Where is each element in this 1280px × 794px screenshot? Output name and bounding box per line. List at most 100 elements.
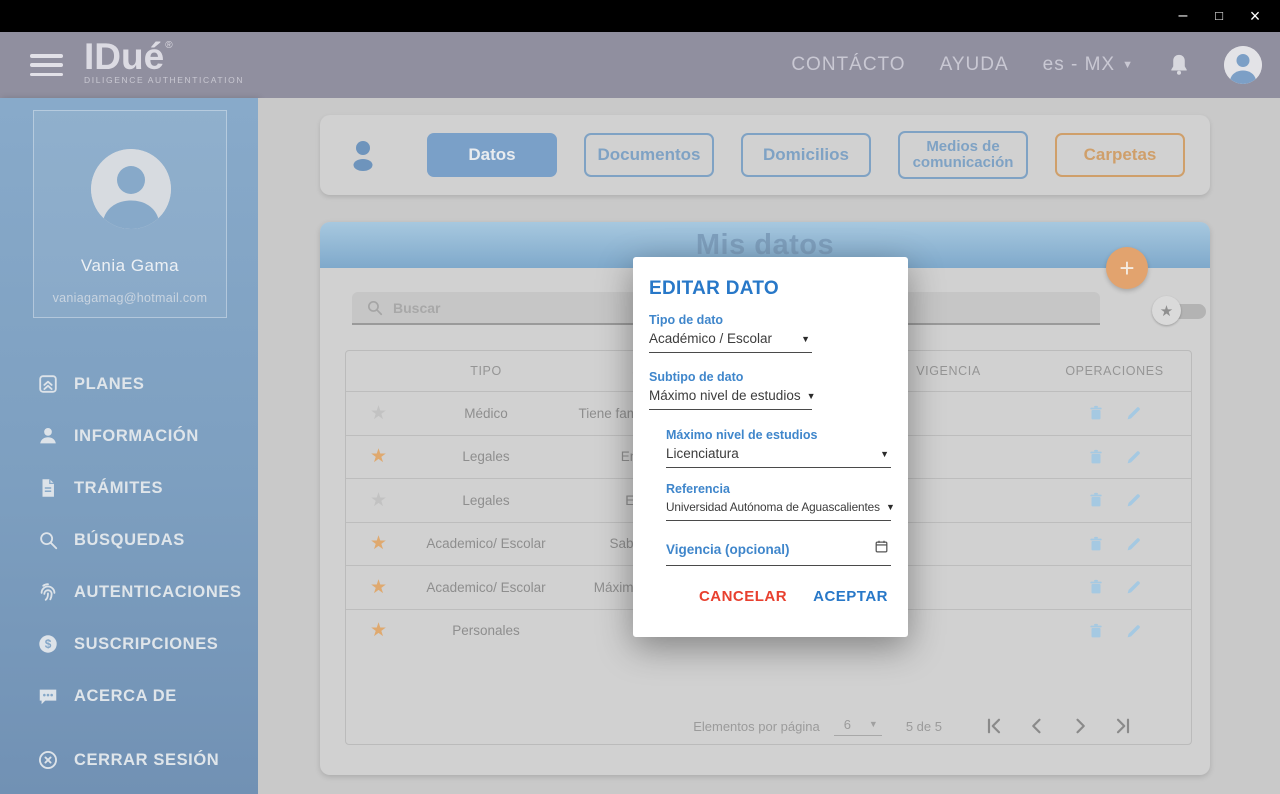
star-icon[interactable]: ★: [346, 402, 411, 425]
language-selector[interactable]: es - MX ▼: [1043, 54, 1134, 76]
cancel-button[interactable]: CANCELAR: [699, 588, 787, 605]
field-subtipo-de-dato: Subtipo de dato Máximo nivel de estudios…: [649, 370, 908, 410]
edit-icon[interactable]: [1125, 578, 1143, 596]
profile-avatar: [91, 149, 171, 229]
notifications-bell-icon[interactable]: [1168, 53, 1190, 77]
field-vigencia: Vigencia (opcional): [666, 535, 908, 566]
search-icon: [36, 528, 60, 552]
sidebar-item-autenticaciones[interactable]: AUTENTICACIONES: [0, 566, 258, 618]
tab-documentos[interactable]: Documentos: [584, 133, 714, 177]
document-icon: [36, 476, 60, 500]
subtipo-de-dato-select[interactable]: Máximo nivel de estudios ▼: [649, 384, 812, 410]
tab-datos[interactable]: Datos: [427, 133, 557, 177]
star-icon[interactable]: ★: [346, 489, 411, 512]
language-value: es - MX: [1043, 54, 1115, 76]
svg-text:$: $: [45, 637, 52, 651]
items-per-page-label: Elementos por página: [693, 719, 819, 734]
delete-icon[interactable]: [1087, 622, 1105, 640]
col-tipo: TIPO: [411, 364, 561, 378]
brand-logo: IDué ® DILIGENCE AUTHENTICATION: [84, 37, 244, 85]
tipo-de-dato-select[interactable]: Académico / Escolar ▼: [649, 327, 812, 353]
previous-page-icon[interactable]: [1027, 716, 1047, 736]
sidebar-item-acerca-de[interactable]: ACERCA DE: [0, 670, 258, 722]
edit-icon[interactable]: [1125, 535, 1143, 553]
nav-help[interactable]: AYUDA: [940, 54, 1009, 76]
chevron-down-icon: ▼: [886, 502, 895, 512]
delete-icon[interactable]: [1087, 578, 1105, 596]
referencia-select[interactable]: Universidad Autónoma de Aguascalientes ▼: [666, 496, 891, 521]
col-operaciones: OPERACIONES: [1036, 364, 1193, 378]
edit-icon[interactable]: [1125, 404, 1143, 422]
brand-tagline: DILIGENCE AUTHENTICATION: [84, 75, 244, 85]
field-referencia: Referencia Universidad Autónoma de Aguas…: [666, 482, 908, 521]
last-page-icon[interactable]: [1113, 716, 1133, 736]
profile-card: Vania Gama vaniagamag@hotmail.com: [33, 110, 227, 318]
add-dato-button[interactable]: +: [1106, 247, 1148, 289]
star-icon[interactable]: ★: [346, 445, 411, 468]
chevron-down-icon: ▼: [1122, 59, 1134, 71]
brand-name: IDué: [84, 37, 164, 77]
star-icon[interactable]: ★: [346, 576, 411, 599]
edit-icon[interactable]: [1125, 622, 1143, 640]
calendar-icon[interactable]: [874, 539, 889, 559]
sidebar-item-planes[interactable]: PLANES: [0, 358, 258, 410]
app-window: – □ × IDué ® DILIGENCE AUTHENTICATION CO…: [0, 0, 1280, 794]
nav-contact[interactable]: CONTÁCTO: [791, 54, 905, 76]
pagination: Elementos por página 6 ▼ 5 de 5: [693, 716, 1133, 736]
sidebar-item-suscripciones[interactable]: $ SUSCRIPCIONES: [0, 618, 258, 670]
profile-email: vaniagamag@hotmail.com: [34, 291, 226, 305]
delete-icon[interactable]: [1087, 448, 1105, 466]
delete-icon[interactable]: [1087, 404, 1105, 422]
maximize-icon[interactable]: □: [1208, 0, 1230, 32]
maximo-nivel-select[interactable]: Licenciatura ▼: [666, 442, 891, 468]
app-header: IDué ® DILIGENCE AUTHENTICATION CONTÁCTO…: [0, 32, 1280, 98]
minimize-icon[interactable]: –: [1172, 0, 1194, 32]
profile-name: Vania Gama: [34, 256, 226, 276]
field-maximo-nivel: Máximo nivel de estudios Licenciatura ▼: [666, 428, 908, 468]
vigencia-date-input[interactable]: Vigencia (opcional): [666, 535, 891, 566]
next-page-icon[interactable]: [1070, 716, 1090, 736]
tab-domicilios[interactable]: Domicilios: [741, 133, 871, 177]
tab-bar: Datos Documentos Domicilios Medios de co…: [320, 115, 1210, 195]
user-avatar[interactable]: [1224, 46, 1262, 84]
registered-mark: ®: [165, 40, 172, 51]
dollar-icon: $: [36, 632, 60, 656]
fingerprint-icon: [36, 580, 60, 604]
sidebar-menu: PLANES INFORMACIÓN TRÁMITES BÚSQUEDAS: [0, 358, 258, 786]
chevron-down-icon: ▼: [801, 334, 810, 344]
delete-icon[interactable]: [1087, 491, 1105, 509]
edit-icon[interactable]: [1125, 491, 1143, 509]
star-icon[interactable]: ★: [346, 619, 411, 642]
editar-dato-modal: EDITAR DATO Tipo de dato Académico / Esc…: [633, 257, 908, 637]
first-page-icon[interactable]: [984, 716, 1004, 736]
sidebar-item-tramites[interactable]: TRÁMITES: [0, 462, 258, 514]
delete-icon[interactable]: [1087, 535, 1105, 553]
chevron-down-icon: ▼: [880, 449, 889, 459]
close-icon[interactable]: ×: [1244, 0, 1266, 32]
page-range: 5 de 5: [906, 719, 942, 734]
tab-medios-de-comunicacion[interactable]: Medios de comunicación: [898, 131, 1028, 179]
plans-icon: [36, 372, 60, 396]
sidebar: Vania Gama vaniagamag@hotmail.com PLANES…: [0, 98, 258, 794]
person-icon: [36, 424, 60, 448]
edit-icon[interactable]: [1125, 448, 1143, 466]
accept-button[interactable]: ACEPTAR: [813, 588, 888, 605]
modal-title: EDITAR DATO: [649, 278, 892, 300]
items-per-page-select[interactable]: 6 ▼: [834, 717, 882, 736]
plus-icon: +: [1119, 253, 1134, 284]
tab-carpetas[interactable]: Carpetas: [1055, 133, 1185, 177]
sidebar-item-informacion[interactable]: INFORMACIÓN: [0, 410, 258, 462]
chevron-down-icon: ▼: [869, 719, 878, 729]
chevron-down-icon: ▼: [807, 391, 816, 401]
sidebar-item-cerrar-sesion[interactable]: CERRAR SESIÓN: [0, 734, 258, 786]
star-icon[interactable]: ★: [346, 532, 411, 555]
favorites-filter-toggle[interactable]: ★: [1152, 296, 1208, 326]
window-titlebar: – □ ×: [0, 0, 1280, 32]
hamburger-menu-icon[interactable]: [30, 54, 63, 76]
person-icon: [348, 139, 378, 171]
search-icon: [366, 299, 383, 316]
chat-icon: [36, 684, 60, 708]
logout-icon: [36, 748, 60, 772]
sidebar-item-busquedas[interactable]: BÚSQUEDAS: [0, 514, 258, 566]
star-icon: ★: [1160, 302, 1173, 320]
